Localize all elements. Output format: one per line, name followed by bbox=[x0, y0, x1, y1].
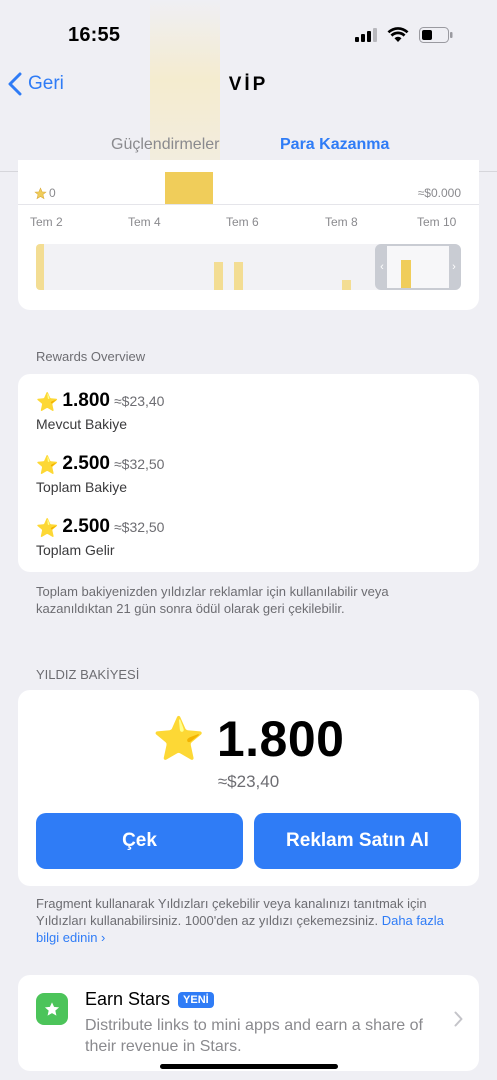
withdraw-button[interactable]: Çek bbox=[36, 813, 243, 869]
tab-monetization[interactable]: Para Kazanma bbox=[280, 136, 389, 154]
earn-stars-icon bbox=[36, 993, 68, 1025]
reward-label: Toplam Bakiye bbox=[36, 479, 128, 495]
rewards-footnote: Toplam bakiyenizden yıldızlar reklamlar … bbox=[36, 584, 389, 616]
star-icon: ⭐ bbox=[36, 518, 59, 538]
range-handle-left[interactable]: ‹ bbox=[377, 246, 387, 288]
balance-footnote-text: Fragment kullanarak Yıldızları çekebilir… bbox=[36, 896, 427, 928]
mini-bar bbox=[36, 244, 44, 290]
chart-y-label-right: ≈$0.000 bbox=[417, 186, 461, 200]
mini-bar bbox=[234, 262, 243, 290]
reward-usd: ≈$23,40 bbox=[113, 393, 165, 409]
star-icon: ⭐ bbox=[152, 714, 205, 762]
reward-value: 1.800 bbox=[62, 390, 110, 411]
reward-item-total: ⭐ 2.500 ≈$32,50 Toplam Bakiye bbox=[36, 453, 164, 495]
reward-item-available: ⭐ 1.800 ≈$23,40 Mevcut Bakiye bbox=[36, 390, 164, 432]
buy-ads-button[interactable]: Reklam Satın Al bbox=[254, 813, 461, 869]
chart-axis-line bbox=[18, 204, 479, 205]
battery-icon bbox=[419, 27, 453, 43]
chart-x-tick: Tem 4 bbox=[128, 215, 161, 229]
chart-y-label-left-text: 0 bbox=[49, 186, 56, 200]
reward-value: 2.500 bbox=[62, 453, 110, 474]
signal-icon bbox=[355, 28, 377, 42]
chart-x-tick: Tem 8 bbox=[325, 215, 358, 229]
reward-label: Toplam Gelir bbox=[36, 542, 115, 558]
mini-bar bbox=[401, 260, 411, 288]
chart-x-tick: Tem 10 bbox=[417, 215, 457, 229]
star-balance-header: YILDIZ BAKİYESİ bbox=[36, 667, 140, 682]
earn-stars-title: Earn Stars bbox=[85, 989, 171, 1009]
reward-usd: ≈$32,50 bbox=[113, 519, 165, 535]
chart-y-label-left: 0 bbox=[34, 186, 56, 200]
earn-stars-title-row: Earn Stars YENİ bbox=[85, 989, 214, 1010]
nav-bar: Geri VİP bbox=[0, 64, 497, 108]
status-bar: 16:55 bbox=[0, 0, 497, 60]
mini-bar bbox=[342, 280, 351, 290]
chart-x-tick: Tem 6 bbox=[226, 215, 259, 229]
status-time: 16:55 bbox=[68, 24, 121, 46]
chart-x-tick: Tem 2 bbox=[30, 215, 63, 229]
reward-value: 2.500 bbox=[62, 516, 110, 537]
star-icon: ⭐ bbox=[36, 392, 59, 412]
reward-label: Mevcut Bakiye bbox=[36, 416, 128, 432]
mini-bar bbox=[214, 262, 223, 290]
chart-range-selector[interactable]: ‹ › bbox=[375, 244, 461, 290]
status-icons bbox=[355, 27, 453, 43]
wifi-icon bbox=[387, 27, 409, 42]
chevron-right-icon bbox=[454, 1011, 463, 1027]
star-icon: ⭐ bbox=[36, 455, 59, 475]
star-icon bbox=[34, 186, 47, 199]
balance-footnote: Fragment kullanarak Yıldızları çekebilir… bbox=[36, 895, 466, 946]
tab-boosts[interactable]: Güçlendirmeler bbox=[111, 136, 219, 154]
home-indicator bbox=[160, 1064, 338, 1069]
range-handle-right[interactable]: › bbox=[449, 246, 459, 288]
page-title: VİP bbox=[228, 74, 269, 95]
star-balance-card: ⭐ 1.800 ≈$23,40 Çek Reklam Satın Al bbox=[18, 690, 479, 886]
earn-stars-description: Distribute links to mini apps and earn a… bbox=[85, 1017, 423, 1055]
new-badge: YENİ bbox=[178, 991, 214, 1008]
chart-bar bbox=[165, 172, 213, 204]
earn-stars-row[interactable]: Earn Stars YENİ Distribute links to mini… bbox=[18, 975, 479, 1071]
balance-value: 1.800 bbox=[216, 711, 345, 767]
rewards-overview-header: Rewards Overview bbox=[36, 349, 146, 364]
revenue-chart: 0 ≈$0.000 Tem 2 Tem 4 Tem 6 Tem 8 Tem 10… bbox=[18, 160, 479, 310]
balance-usd: ≈$23,40 bbox=[217, 772, 280, 791]
reward-usd: ≈$32,50 bbox=[113, 456, 165, 472]
reward-item-revenue: ⭐ 2.500 ≈$32,50 Toplam Gelir bbox=[36, 516, 164, 558]
rewards-overview-card: ⭐ 1.800 ≈$23,40 Mevcut Bakiye ⭐ 2.500 ≈$… bbox=[18, 374, 479, 572]
